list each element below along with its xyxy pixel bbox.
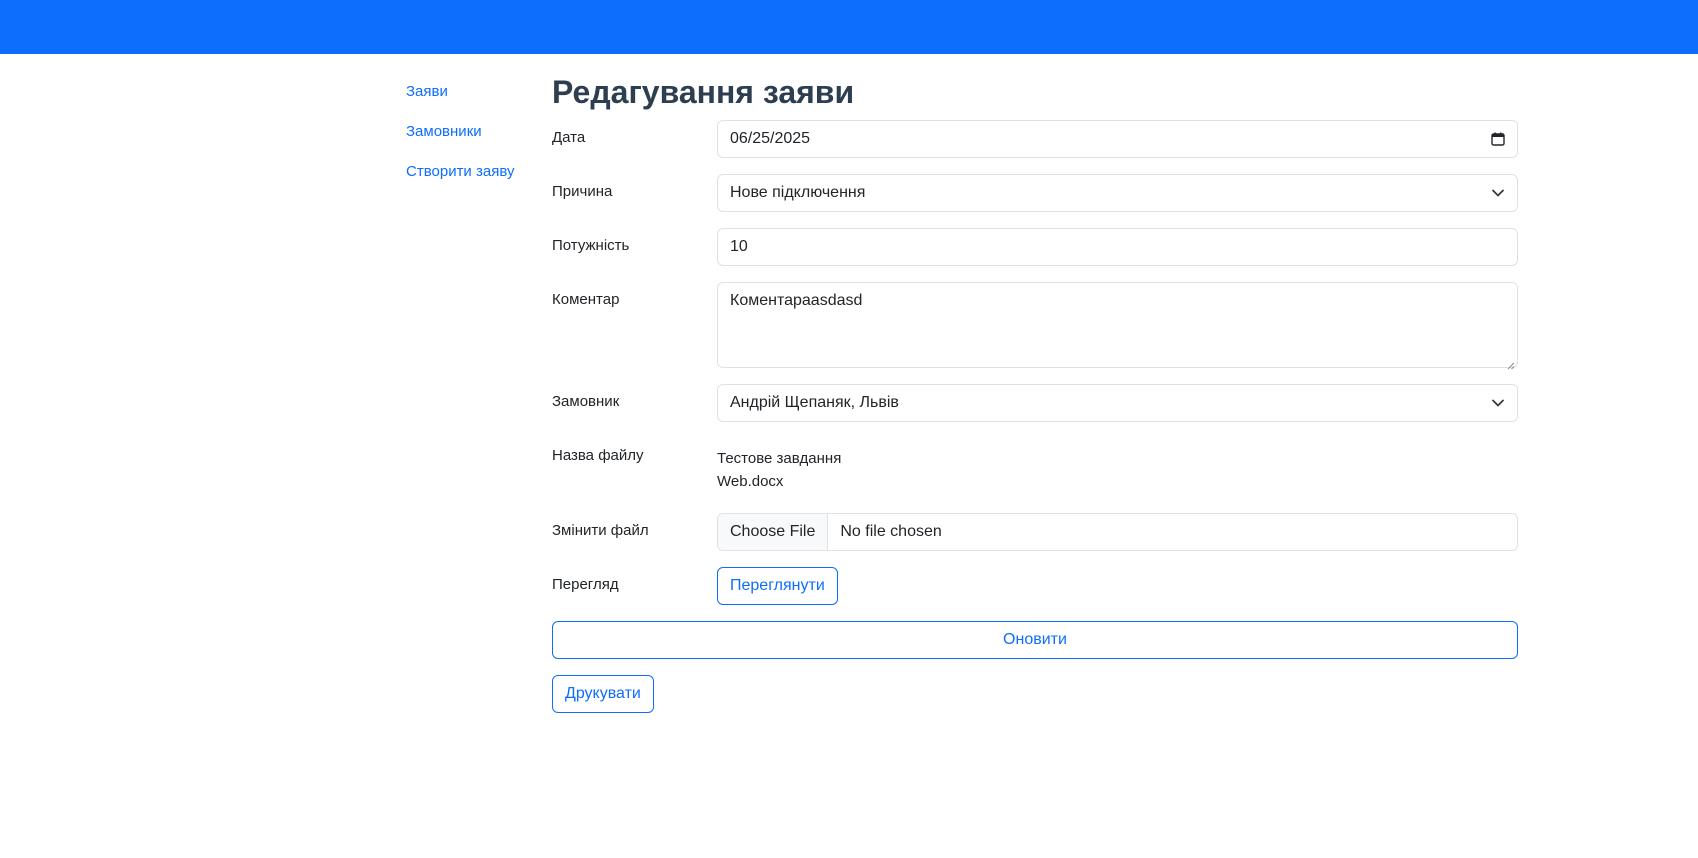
customer-row: Замовник Андрій Щепаняк, Львів bbox=[552, 384, 1518, 422]
update-row: Оновити bbox=[552, 621, 1518, 659]
power-input[interactable]: 10 bbox=[717, 228, 1518, 266]
file-name-line1: Тестове завдання bbox=[717, 450, 842, 467]
customer-select[interactable]: Андрій Щепаняк, Львів bbox=[717, 384, 1518, 422]
reason-label: Причина bbox=[552, 183, 613, 200]
change-file-row: Змінити файл Choose File No file chosen bbox=[552, 513, 1518, 551]
chevron-down-icon bbox=[1491, 186, 1505, 200]
date-row: Дата 06/25/2025 bbox=[552, 120, 1518, 158]
date-input[interactable]: 06/25/2025 bbox=[717, 120, 1518, 158]
sidebar-item-requests[interactable]: Заяви bbox=[406, 80, 536, 120]
top-navbar bbox=[0, 0, 1698, 54]
file-input[interactable]: Choose File No file chosen bbox=[717, 513, 1518, 551]
comment-label: Коментар bbox=[552, 291, 620, 308]
sidebar-item-customers[interactable]: Замовники bbox=[406, 120, 536, 160]
date-value: 06/25/2025 bbox=[730, 130, 811, 147]
chevron-down-icon bbox=[1491, 396, 1505, 410]
power-label: Потужність bbox=[552, 237, 630, 254]
file-status: No file chosen bbox=[840, 523, 942, 540]
date-label: Дата bbox=[552, 129, 586, 146]
comment-row: Коментар Коментараasdasd bbox=[552, 282, 1518, 370]
sidebar-nav: Заяви Замовники Створити заяву bbox=[406, 80, 536, 200]
sidebar-item-create-request[interactable]: Створити заяву bbox=[406, 160, 536, 200]
customer-label: Замовник bbox=[552, 393, 620, 410]
choose-file-button[interactable]: Choose File bbox=[718, 514, 829, 550]
preview-label: Перегляд bbox=[552, 576, 619, 593]
preview-button[interactable]: Переглянути bbox=[717, 567, 838, 605]
file-name-label: Назва файлу bbox=[552, 447, 644, 464]
print-button[interactable]: Друкувати bbox=[552, 675, 654, 713]
customer-value: Андрій Щепаняк, Львів bbox=[730, 394, 899, 411]
main-content: Редагування заяви Дата 06/25/2025 Причин… bbox=[552, 70, 1518, 713]
calendar-icon[interactable] bbox=[1491, 132, 1505, 146]
reason-row: Причина Нове підключення bbox=[552, 174, 1518, 212]
comment-textarea[interactable]: Коментараasdasd bbox=[717, 282, 1518, 370]
change-file-label: Змінити файл bbox=[552, 522, 649, 539]
power-value: 10 bbox=[730, 238, 748, 255]
comment-value: Коментараasdasd bbox=[730, 292, 863, 309]
file-name-line2: Web.docx bbox=[717, 473, 784, 490]
update-button[interactable]: Оновити bbox=[552, 621, 1518, 659]
reason-select[interactable]: Нове підключення bbox=[717, 174, 1518, 212]
preview-row: Перегляд Переглянути bbox=[552, 567, 1518, 605]
file-name-row: Назва файлу Тестове завдання Web.docx bbox=[552, 438, 1518, 497]
power-row: Потужність 10 bbox=[552, 228, 1518, 266]
resize-handle-icon[interactable] bbox=[1507, 357, 1515, 370]
file-name-value: Тестове завдання Web.docx bbox=[717, 438, 847, 493]
reason-value: Нове підключення bbox=[730, 184, 866, 201]
print-row: Друкувати bbox=[552, 675, 1518, 713]
page-title: Редагування заяви bbox=[552, 74, 855, 110]
